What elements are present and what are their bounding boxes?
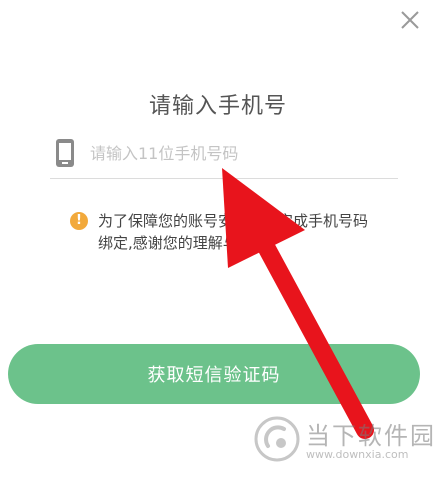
dialog-title: 请输入手机号 <box>148 94 287 119</box>
watermark-site-name: 当下软件园 <box>306 422 436 450</box>
get-sms-code-button[interactable]: 获取短信验证码 <box>8 344 420 404</box>
watermark-url: www.downxia.com <box>306 448 409 461</box>
notice-text: 为了保障您的账号安全，请完成手机号码绑定,感谢您的理解与支持。 <box>98 212 369 252</box>
phone-icon <box>56 139 74 167</box>
phone-number-input[interactable] <box>90 138 390 168</box>
warning-icon: ! <box>70 212 88 230</box>
watermark-logo-icon <box>254 416 300 462</box>
phone-field-row <box>50 132 398 179</box>
site-watermark: 当下软件园 www.downxia.com <box>254 414 434 466</box>
close-icon[interactable] <box>396 6 424 34</box>
